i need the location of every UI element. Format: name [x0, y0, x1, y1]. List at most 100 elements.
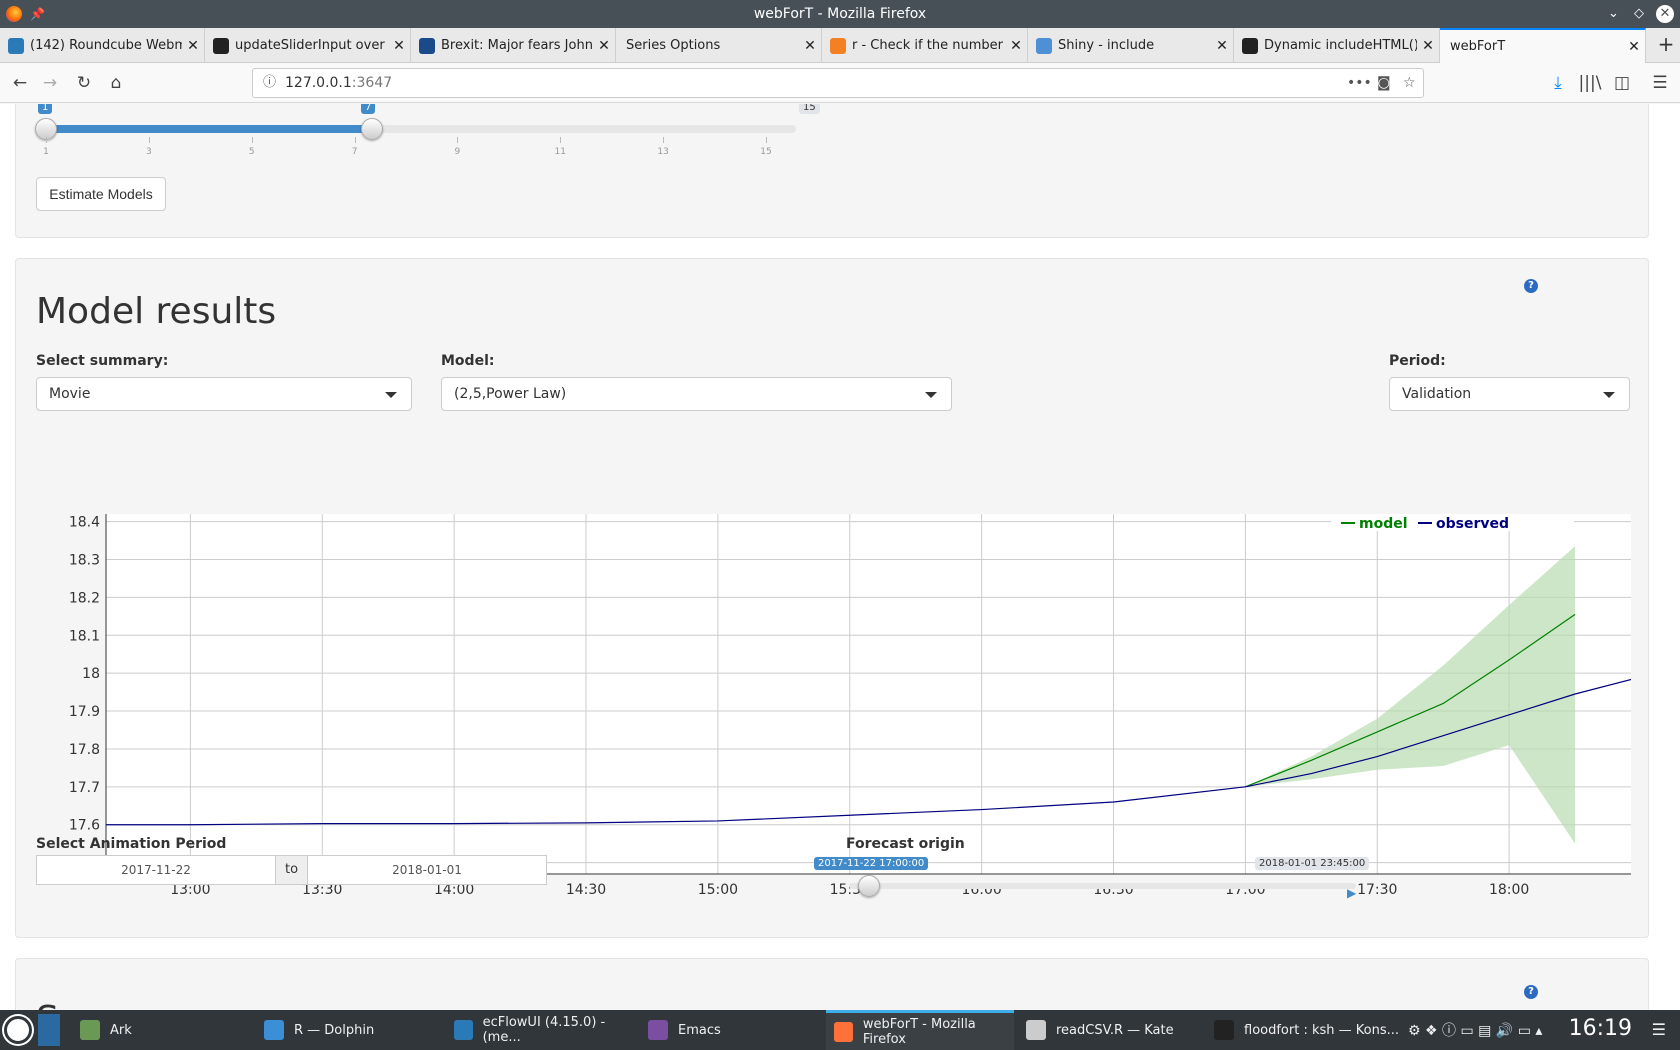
tab-close-icon[interactable]: ✕ — [1623, 39, 1645, 55]
url-bar[interactable]: ⓘ 127.0.0.1:3647 ••• ◙ ☆ — [252, 68, 1424, 98]
chevron-down-icon — [1603, 392, 1615, 398]
taskbar-item[interactable]: Emacs — [640, 1010, 822, 1050]
taskbar-item[interactable]: Ark — [72, 1010, 252, 1050]
taskbar-item[interactable]: readCSV.R — Kate — [1018, 1010, 1202, 1050]
tab-label: Brexit: Major fears John — [441, 38, 593, 53]
app-icon — [834, 1021, 853, 1042]
browser-tab[interactable]: Dynamic includeHTML() ✕ — [1234, 28, 1440, 63]
y-tick-label: 18.3 — [69, 552, 100, 568]
slider-tick-label: 3 — [145, 147, 152, 157]
taskbar-item[interactable]: floodfort : ksh — Kons... — [1206, 1010, 1402, 1050]
app-icon — [648, 1020, 668, 1040]
tab-favicon-icon — [830, 37, 846, 54]
forecast-slider-track[interactable] — [849, 883, 1356, 889]
browser-tab[interactable]: Brexit: Major fears John ✕ — [411, 28, 616, 63]
browser-tab[interactable]: r - Check if the number ✕ — [822, 28, 1028, 63]
model-value: (2,5,Power Law) — [454, 386, 567, 402]
slider-tick-label: 13 — [657, 147, 669, 157]
slider-to-label: 7 — [361, 104, 376, 114]
x-tick-label: 17:30 — [1357, 882, 1397, 898]
date-range-to: to — [275, 855, 308, 885]
chevron-down-icon — [925, 392, 937, 398]
tab-close-icon[interactable]: ✕ — [388, 38, 410, 54]
site-info-icon[interactable]: ⓘ — [263, 69, 276, 97]
tab-close-icon[interactable]: ✕ — [1417, 38, 1439, 54]
forecast-origin-label: Forecast origin — [846, 836, 965, 852]
slider-tick-label: 5 — [248, 147, 255, 157]
browser-tab[interactable]: Shiny - include ✕ — [1028, 28, 1234, 63]
tab-close-icon[interactable]: ✕ — [1211, 38, 1233, 54]
summary-select[interactable]: Movie — [36, 377, 412, 411]
window-titlebar: 📌 webForT - Mozilla Firefox ⌄ ◇ ✕ — [0, 0, 1680, 28]
reload-icon[interactable]: ↻ — [70, 69, 98, 97]
window-slider-fill — [46, 125, 373, 133]
forward-icon[interactable]: → — [36, 69, 64, 97]
app-launcher-icon[interactable] — [4, 1016, 32, 1044]
help-icon[interactable]: ? — [1524, 279, 1538, 293]
menu-icon[interactable]: ☰ — [1646, 69, 1674, 97]
navigation-bar: ← → ↻ ⌂ ⓘ 127.0.0.1:3647 ••• ◙ ☆ ⤓ |||\ … — [0, 63, 1680, 103]
browser-tab[interactable]: updateSliderInput over ✕ — [205, 28, 411, 63]
downloads-icon[interactable]: ⤓ — [1544, 69, 1572, 97]
taskbar-item[interactable]: webForT - Mozilla Firefox — [826, 1010, 1014, 1050]
taskbar-item[interactable]: R — Dolphin — [256, 1010, 442, 1050]
bookmark-star-icon[interactable]: ☆ — [1403, 69, 1416, 97]
tab-label: (142) Roundcube Webm — [30, 38, 182, 53]
estimate-models-button[interactable]: Estimate Models — [36, 177, 166, 211]
tab-close-icon[interactable]: ✕ — [182, 38, 204, 54]
pocket-icon[interactable]: ◙ — [1377, 69, 1391, 97]
system-tray-icons[interactable]: ⚙ ❖ ⓘ ▭ ▤ 🔊 ▭ ▴ — [1408, 1020, 1542, 1040]
tab-favicon-icon — [8, 37, 24, 54]
slider-tick — [457, 137, 459, 143]
help-icon[interactable]: ? — [1524, 985, 1538, 999]
maximize-icon[interactable]: ◇ — [1634, 0, 1644, 28]
legend-label: observed — [1436, 516, 1509, 532]
taskbar-item-label: webForT - Mozilla Firefox — [862, 1016, 976, 1047]
menu-icon[interactable]: ☰ — [1652, 1020, 1666, 1039]
tab-label: updateSliderInput over — [235, 38, 385, 53]
tab-close-icon[interactable]: ✕ — [799, 38, 821, 54]
pin-icon[interactable]: 📌 — [30, 0, 45, 28]
taskbar-item-label: floodfort : ksh — Kons... — [1244, 1022, 1400, 1038]
y-tick-label: 18.1 — [69, 628, 100, 644]
period-label: Period: — [1389, 353, 1446, 369]
back-icon[interactable]: ← — [6, 69, 34, 97]
browser-tab-active[interactable]: webForT ✕ — [1440, 28, 1646, 63]
taskbar-item[interactable]: ecFlowUI (4.15.0) - (me... — [446, 1010, 636, 1050]
tab-close-icon[interactable]: ✕ — [593, 38, 615, 54]
sidebar-icon[interactable]: ◫ — [1608, 69, 1636, 97]
slider-tick-label: 1 — [43, 147, 49, 157]
tab-close-icon[interactable]: ✕ — [1005, 38, 1027, 54]
minimize-icon[interactable]: ⌄ — [1608, 0, 1619, 28]
animation-start-date[interactable]: 2017-11-22 — [36, 855, 276, 885]
model-select[interactable]: (2,5,Power Law) — [441, 377, 952, 411]
tab-bar: (142) Roundcube Webm ✕ updateSliderInput … — [0, 28, 1680, 63]
animation-period-label: Select Animation Period — [36, 836, 227, 852]
browser-tab[interactable]: (142) Roundcube Webm ✕ — [0, 28, 205, 63]
slider-tick-label: 11 — [554, 147, 566, 157]
browser-tab[interactable]: Series Options ✕ — [616, 28, 822, 63]
y-tick-label: 18.2 — [69, 590, 100, 606]
model-label: Model: — [441, 353, 495, 369]
summary-value: Movie — [49, 386, 91, 402]
home-icon[interactable]: ⌂ — [102, 69, 130, 97]
tab-favicon-icon — [213, 37, 229, 54]
close-window-icon[interactable]: ✕ — [1656, 5, 1674, 23]
plot-area — [106, 514, 1631, 874]
play-icon[interactable]: ▶ — [1347, 886, 1356, 900]
new-tab-icon[interactable]: + — [1652, 28, 1680, 63]
forecast-min-label: 2017-11-22 17:00:00 — [814, 857, 929, 870]
x-tick-label: 15:00 — [698, 882, 738, 898]
library-icon[interactable]: |||\ — [1576, 69, 1604, 97]
slider-handle-to[interactable] — [361, 118, 383, 140]
slider-max-label: 15 — [799, 104, 820, 114]
period-select[interactable]: Validation — [1389, 377, 1630, 411]
y-tick-label: 17.9 — [69, 704, 100, 720]
animation-end-date[interactable]: 2018-01-01 — [307, 855, 547, 885]
pager-icon[interactable] — [38, 1014, 60, 1046]
taskbar-item-label: ecFlowUI (4.15.0) - (me... — [482, 1015, 606, 1045]
taskbar-item-label: Ark — [110, 1022, 132, 1038]
slider-tick — [354, 137, 356, 143]
page-actions-icon[interactable]: ••• — [1347, 69, 1372, 97]
forecast-slider-handle[interactable] — [858, 875, 880, 897]
